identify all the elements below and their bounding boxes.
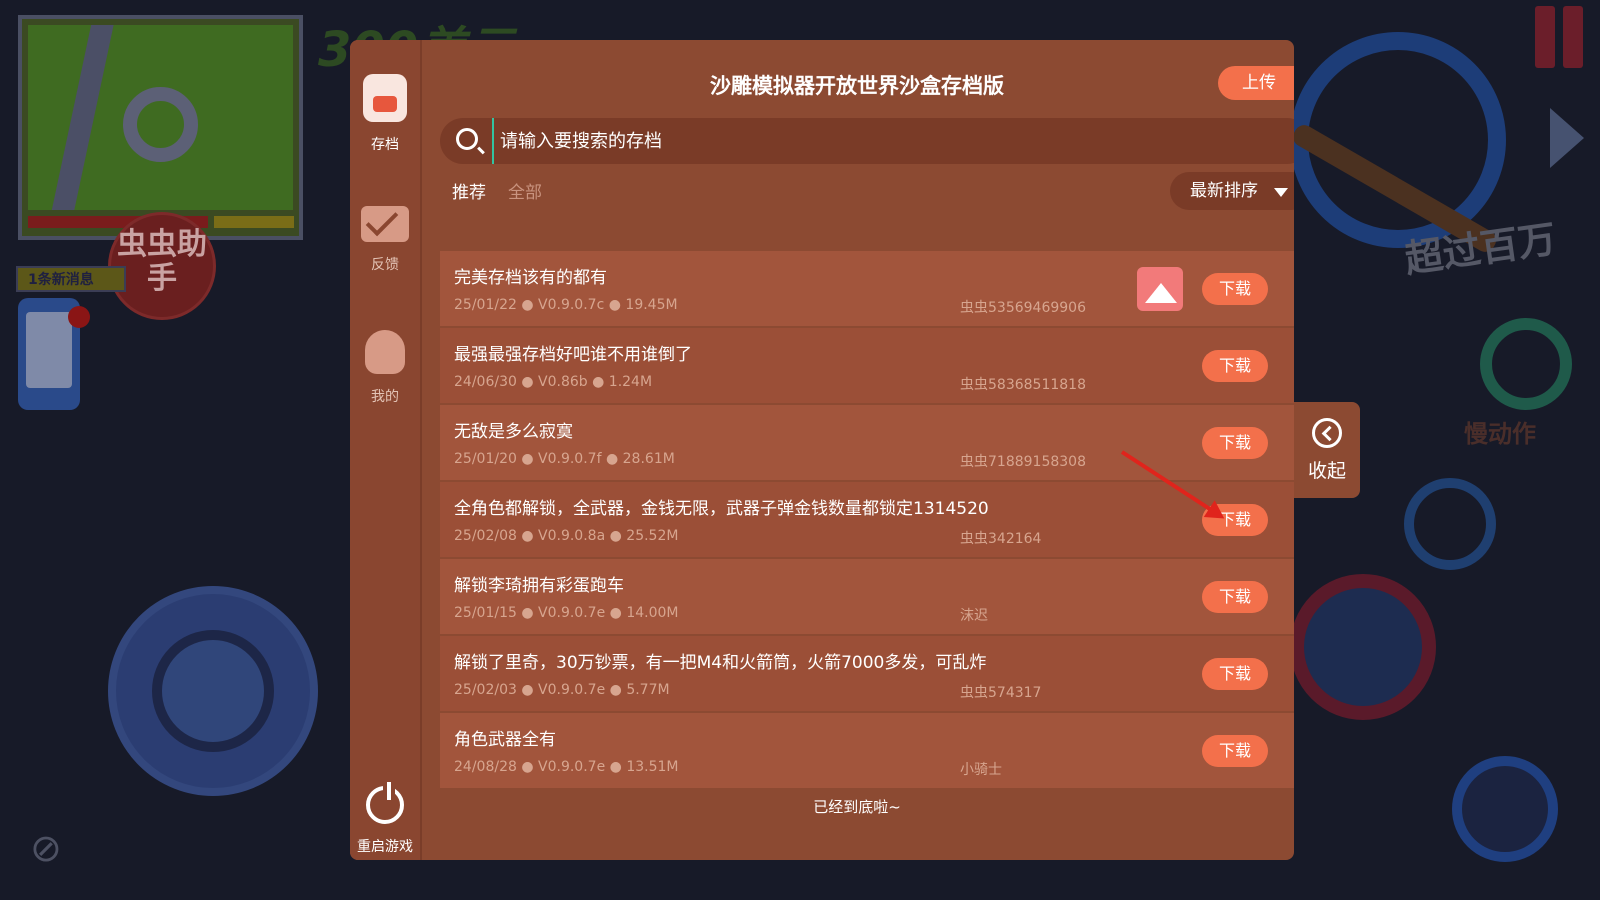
save-author: 小骑士 — [960, 762, 1002, 778]
fire-button[interactable] — [1290, 574, 1436, 720]
save-meta: 25/02/03 ● V0.9.0.7e ● 5.77M — [454, 682, 670, 698]
eye-off-icon[interactable]: ⊘ — [30, 826, 62, 870]
sort-dropdown[interactable]: 最新排序 — [1170, 172, 1294, 210]
save-name: 角色武器全有 — [454, 730, 556, 750]
sidebar-item-feedback[interactable]: 反馈 — [350, 206, 420, 274]
download-button[interactable]: 下载 — [1202, 427, 1268, 459]
phone-icon[interactable] — [18, 298, 90, 410]
notification-dot — [68, 306, 90, 328]
save-name: 解锁了里奇，30万钞票，有一把M4和火箭筒，火箭7000多发，可乱炸 — [454, 653, 987, 673]
minimap-road — [41, 25, 117, 210]
list-item[interactable]: 无敌是多么寂寞 25/01/20 ● V0.9.0.7f ● 28.61M 虫虫… — [440, 405, 1294, 480]
sidebar-item-label: 我的 — [371, 389, 399, 405]
save-author: 虫虫342164 — [960, 531, 1042, 547]
power-icon — [366, 782, 404, 824]
download-button[interactable]: 下载 — [1202, 273, 1268, 305]
save-author: 虫虫574317 — [960, 685, 1042, 701]
aim-icon[interactable] — [1404, 478, 1496, 570]
save-panel: 存档 反馈 我的 重启游戏 沙雕模拟器开放世界沙盒存档版 上传 推荐 全部 最新… — [350, 40, 1294, 860]
save-meta: 24/06/30 ● V0.86b ● 1.24M — [454, 374, 653, 390]
collapse-label: 收起 — [1307, 460, 1346, 482]
list-item[interactable]: 解锁了里奇，30万钞票，有一把M4和火箭筒，火箭7000多发，可乱炸 25/02… — [440, 636, 1294, 711]
sidebar-item-label: 存档 — [371, 137, 399, 153]
person-icon — [365, 330, 405, 374]
joystick-knob[interactable] — [152, 630, 274, 752]
sort-label: 最新排序 — [1190, 181, 1258, 201]
next-weapon-icon[interactable] — [1550, 108, 1584, 168]
download-button[interactable]: 下载 — [1202, 581, 1268, 613]
jump-button[interactable] — [1452, 756, 1558, 862]
save-author: 虫虫53569469906 — [960, 300, 1086, 316]
chevron-left-icon — [1312, 418, 1342, 448]
save-meta: 25/01/22 ● V0.9.0.7c ● 19.45M — [454, 297, 678, 313]
search-bar[interactable] — [440, 118, 1294, 164]
sidebar-item-save[interactable]: 存档 — [350, 74, 420, 154]
phone-screen — [26, 312, 72, 388]
minimap-terrain — [28, 25, 293, 210]
restart-label: 重启游戏 — [357, 839, 413, 855]
search-icon — [456, 128, 478, 150]
download-button[interactable]: 下载 — [1202, 658, 1268, 690]
mail-icon — [361, 206, 409, 242]
restart-game-button[interactable]: 重启游戏 — [350, 782, 420, 856]
list-item[interactable]: 完美存档该有的都有 25/01/22 ● V0.9.0.7c ● 19.45M … — [440, 251, 1294, 326]
list-item[interactable]: 角色武器全有 24/08/28 ● V0.9.0.7e ● 13.51M 小骑士… — [440, 713, 1294, 788]
slow-motion-label: 慢动作 — [1464, 420, 1536, 448]
sidebar-item-mine[interactable]: 我的 — [350, 330, 420, 406]
save-meta: 25/01/15 ● V0.9.0.7e ● 14.00M — [454, 605, 679, 621]
list-item[interactable]: 解锁李琦拥有彩蛋跑车 25/01/15 ● V0.9.0.7e ● 14.00M… — [440, 559, 1294, 634]
image-icon[interactable] — [1137, 267, 1183, 311]
download-button[interactable]: 下载 — [1202, 350, 1268, 382]
save-name: 解锁李琦拥有彩蛋跑车 — [454, 576, 624, 596]
pause-icon[interactable] — [1535, 6, 1591, 72]
download-button[interactable]: 下载 — [1202, 735, 1268, 767]
stamina-bar — [214, 216, 294, 228]
save-author: 沫迟 — [960, 608, 988, 624]
tab-all[interactable]: 全部 — [508, 178, 542, 203]
save-name: 全角色都解锁，全武器，金钱无限，武器子弹金钱数量都锁定1314520 — [454, 499, 989, 519]
minimap — [18, 15, 303, 240]
list-item[interactable]: 全角色都解锁，全武器，金钱无限，武器子弹金钱数量都锁定1314520 25/02… — [440, 482, 1294, 557]
minimap-roundabout — [123, 87, 198, 162]
tab-recommended[interactable]: 推荐 — [452, 178, 486, 203]
save-name: 无敌是多么寂寞 — [454, 422, 573, 442]
save-meta: 25/01/20 ● V0.9.0.7f ● 28.61M — [454, 451, 675, 467]
search-input[interactable] — [492, 118, 1272, 164]
end-of-list-note: 已经到底啦~ — [813, 798, 901, 816]
save-icon — [363, 74, 407, 122]
save-meta: 25/02/08 ● V0.9.0.8a ● 25.52M — [454, 528, 679, 544]
save-author: 虫虫58368511818 — [960, 377, 1086, 393]
list-item[interactable]: 最强最强存档好吧谁不用谁倒了 24/06/30 ● V0.86b ● 1.24M… — [440, 328, 1294, 403]
upload-button[interactable]: 上传 — [1218, 66, 1294, 100]
chevron-down-icon — [1274, 188, 1288, 197]
collapse-button[interactable]: 收起 — [1294, 402, 1360, 498]
save-meta: 24/08/28 ● V0.9.0.7e ● 13.51M — [454, 759, 679, 775]
sidebar: 存档 反馈 我的 重启游戏 — [350, 40, 422, 860]
movement-joystick[interactable] — [108, 586, 318, 796]
bug-helper-text: 虫虫助手 — [117, 227, 207, 296]
save-name: 完美存档该有的都有 — [454, 268, 607, 288]
save-name: 最强最强存档好吧谁不用谁倒了 — [454, 345, 692, 365]
page-title: 沙雕模拟器开放世界沙盒存档版 — [710, 74, 1004, 98]
stopwatch-icon[interactable] — [1480, 318, 1572, 410]
save-author: 虫虫71889158308 — [960, 454, 1086, 470]
save-list: 完美存档该有的都有 25/01/22 ● V0.9.0.7c ● 19.45M … — [440, 251, 1294, 790]
new-message-tag[interactable]: 1条新消息 — [16, 266, 126, 292]
sidebar-item-label: 反馈 — [371, 257, 399, 273]
